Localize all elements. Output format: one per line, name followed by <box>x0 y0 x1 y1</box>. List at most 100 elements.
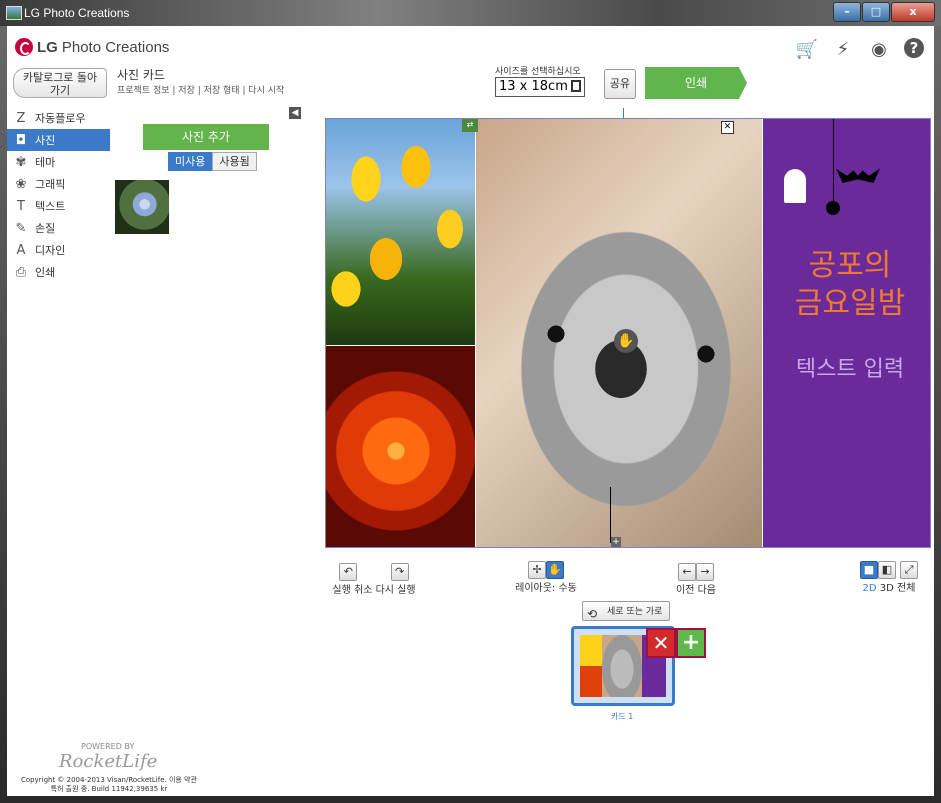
layout-manual-icon[interactable]: ✋ <box>546 561 564 579</box>
size-select[interactable]: 13 x 18cm <box>495 77 585 97</box>
prev-page-button[interactable]: ← <box>678 563 696 581</box>
orientation-icon <box>571 80 581 92</box>
layout-auto-icon[interactable]: ✢ <box>528 561 546 579</box>
globe-icon[interactable]: ◉ <box>868 38 890 60</box>
redo-button[interactable]: ↷ <box>390 563 409 581</box>
next-page-button[interactable]: → <box>696 563 714 581</box>
powered-by: POWERED BY <box>81 742 135 751</box>
spider-graphic[interactable] <box>826 201 840 215</box>
thumb-photo-koala <box>602 635 642 697</box>
nav-group: ← → 이전 다음 <box>671 563 721 596</box>
add-photo-button[interactable]: 사진 추가 <box>143 124 269 150</box>
text-placeholder[interactable]: 텍스트 입력 <box>770 351 930 383</box>
sidebar: Z 자동플로우 ◘ 사진 ✾ 테마 ❀ 그래픽 T 텍스트 ✎ 손질 A 디자인 ⎙ 인쇄 <box>7 107 110 283</box>
sidebar-label: 인쇄 <box>35 266 56 279</box>
printer-icon: ⎙ <box>15 264 27 280</box>
remove-photo-icon[interactable]: ✕ <box>721 121 734 134</box>
sidebar-label: 사진 <box>35 134 56 147</box>
rocketlife-logo: POWERED BY RocketLife <box>59 742 157 772</box>
footer-copyright: Copyright © 2004-2013 Visan/RocketLife. … <box>21 776 197 794</box>
brand-name: Photo Creations <box>61 38 170 56</box>
photo-slot-chrysanthemum[interactable] <box>326 346 475 547</box>
ghost-graphic[interactable] <box>784 169 806 203</box>
page-label[interactable]: 카드 1 <box>611 711 633 722</box>
resize-handle[interactable]: + <box>611 537 621 547</box>
photo-swap-icon[interactable]: ⇄ <box>462 119 478 132</box>
back-label-1: 카탈로그로 돌아 <box>22 71 98 84</box>
undo-button[interactable]: ↶ <box>339 563 358 581</box>
brand-lg: LG <box>37 38 58 56</box>
photo-filter-toggle: 미사용 사용됨 <box>168 152 257 171</box>
sidebar-label: 테마 <box>35 156 56 169</box>
editor-toolbar: ↶ ↷ 실행 취소 다시 실행 ✢ ✋ 레이아웃: 수동 ← → 이전 다음 ■ ◧ ⤢… <box>7 559 934 599</box>
card-title-text[interactable]: 공포의 금요일밤 <box>770 247 930 323</box>
sidebar-label: 텍스트 <box>35 200 66 213</box>
orientation-label: 세로 또는 가로 <box>607 607 663 617</box>
flash-icon[interactable]: ⚡ <box>832 38 854 60</box>
sidebar-item-print[interactable]: ⎙ 인쇄 <box>7 261 110 283</box>
autoflow-icon: Z <box>16 110 26 126</box>
sidebar-item-text[interactable]: T 텍스트 <box>7 195 110 217</box>
rotate-icon: ⟲ <box>587 607 598 621</box>
brush-icon: ✎ <box>15 220 27 236</box>
print-button[interactable]: 인쇄 <box>645 67 747 99</box>
sidebar-item-photos[interactable]: ◘ 사진 <box>7 129 110 151</box>
fullscreen-label[interactable]: 전체 <box>897 583 915 594</box>
sidebar-item-themes[interactable]: ✾ 테마 <box>7 151 110 173</box>
copyright-text[interactable]: Copyright © 2004-2013 Visan/RocketLife. … <box>21 776 197 785</box>
sidebar-item-graphics[interactable]: ❀ 그래픽 <box>7 173 110 195</box>
add-page-icon[interactable]: + <box>676 628 706 658</box>
orientation-toggle-button[interactable]: ⟲ 세로 또는 가로 <box>582 601 670 621</box>
unused-tab[interactable]: 미사용 <box>168 152 213 171</box>
app-icon <box>6 6 22 20</box>
text-icon: T <box>17 198 25 214</box>
collapse-panel-button[interactable]: ◀ <box>289 107 301 119</box>
build-text: 특허 출원 중. Build 11942,39635 kr <box>50 785 168 793</box>
sidebar-label: 그래픽 <box>35 178 66 191</box>
maximize-button[interactable]: □ <box>862 2 890 22</box>
view-2d-label[interactable]: 2D <box>863 583 877 594</box>
size-label: 사이즈를 선택하십시오 <box>495 67 581 77</box>
help-icon[interactable]: ? <box>904 38 924 58</box>
minimize-button[interactable]: – <box>833 2 861 22</box>
pan-hand-icon[interactable]: ✋ <box>614 329 638 353</box>
design-icon: A <box>16 242 26 258</box>
rocketlife-wordmark: RocketLife <box>59 751 158 772</box>
view-2d-icon[interactable]: ■ <box>860 561 878 579</box>
undo-redo-label: 실행 취소 다시 실행 <box>332 585 416 596</box>
project-links[interactable]: 프로젝트 정보 | 저장 | 저장 형태 | 다시 시작 <box>117 83 284 96</box>
view-3d-label[interactable]: 3D <box>880 583 894 594</box>
back-label-2: 가기 <box>49 84 71 97</box>
photo-thumbnail[interactable] <box>115 180 169 234</box>
spider-thread <box>833 119 834 203</box>
center-guide <box>623 108 624 118</box>
layout-label: 레이아웃: 수동 <box>515 583 577 594</box>
title-bar[interactable]: LG Photo Creations – □ x <box>0 0 941 26</box>
project-title: 사진 카드 <box>117 68 165 82</box>
share-button[interactable]: 공유 <box>604 69 636 99</box>
prev-next-label: 이전 다음 <box>676 585 716 596</box>
back-to-catalog-button[interactable]: 카탈로그로 돌아 가기 <box>13 68 107 98</box>
sidebar-item-retouch[interactable]: ✎ 손질 <box>7 217 110 239</box>
used-tab[interactable]: 사용됨 <box>212 152 257 171</box>
thumb-photo-flowers <box>580 635 602 697</box>
card-canvas[interactable]: ⇄ ✕ ✋ + 공포의 금요일밤 텍스트 입력 <box>325 118 931 548</box>
sidebar-label: 디자인 <box>35 244 66 257</box>
sidebar-item-design[interactable]: A 디자인 <box>7 239 110 261</box>
view-group: ■ ◧ ⤢ 2D 3D 전체 <box>851 561 927 594</box>
fullscreen-icon[interactable]: ⤢ <box>900 561 918 579</box>
undo-redo-group: ↶ ↷ 실행 취소 다시 실행 <box>329 563 419 596</box>
photo-slot-tulips[interactable] <box>326 119 475 345</box>
sidebar-label: 자동플로우 <box>35 112 86 125</box>
view-3d-icon[interactable]: ◧ <box>878 561 896 579</box>
window-title: LG Photo Creations <box>24 6 130 20</box>
cart-icon[interactable]: 🛒 <box>796 38 818 60</box>
sidebar-item-autoflow[interactable]: Z 자동플로우 <box>7 107 110 129</box>
close-button[interactable]: x <box>891 2 935 22</box>
delete-page-icon[interactable]: ✕ <box>646 628 676 658</box>
theme-icon: ✾ <box>15 154 27 170</box>
layout-group: ✢ ✋ 레이아웃: 수동 <box>501 561 591 594</box>
flower-icon: ❀ <box>15 176 27 192</box>
app-client: LG Photo Creations 🛒 ⚡ ◉ ? 카탈로그로 돌아 가기 사… <box>7 26 934 796</box>
lg-logo-icon <box>15 38 33 56</box>
